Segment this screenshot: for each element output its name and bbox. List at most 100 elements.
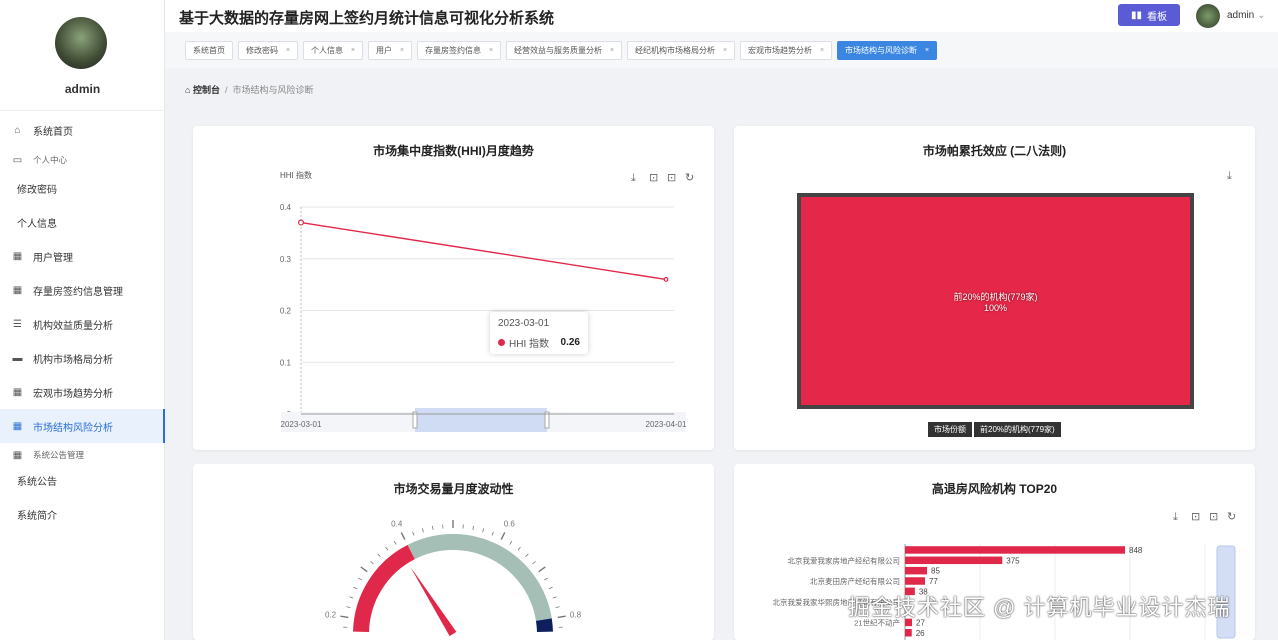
close-icon[interactable]: ×: [610, 47, 614, 54]
close-icon[interactable]: ×: [400, 47, 404, 54]
tab[interactable]: 个人信息×: [303, 41, 363, 60]
gauge-tick: [533, 561, 536, 564]
grid-icon: ▦: [12, 387, 23, 398]
bar: [905, 629, 912, 637]
sidebar-item-label: 个人信息: [17, 215, 57, 230]
gauge-tick: [353, 587, 357, 589]
tab[interactable]: 修改密码×: [238, 41, 298, 60]
briefcase-icon: ▬: [12, 353, 23, 364]
grid-icon: ▦: [12, 450, 23, 461]
grid-icon: ▦: [12, 251, 23, 262]
close-icon[interactable]: ×: [925, 47, 929, 54]
bar: [905, 577, 925, 585]
sidebar-item[interactable]: ▦用户管理: [0, 239, 165, 273]
close-icon[interactable]: ×: [351, 47, 355, 54]
sidebar-item[interactable]: 修改密码: [0, 171, 165, 205]
data-label: 26: [916, 629, 925, 638]
tooltip-title: 2023-03-01: [498, 318, 580, 329]
y-tick-label: 0.1: [280, 358, 292, 367]
tab[interactable]: 宏观市场趋势分析 ×: [740, 41, 832, 60]
gauge-band: [411, 542, 544, 620]
sidebar-item[interactable]: ☰机构效益质量分析: [0, 307, 165, 341]
sidebar-username: admin: [0, 82, 165, 96]
close-icon[interactable]: ×: [820, 47, 824, 54]
zoom-icon[interactable]: ⊡: [649, 172, 658, 184]
tab[interactable]: 用户 ×: [368, 41, 412, 60]
sidebar-item-label: 机构效益质量分析: [33, 317, 113, 332]
gauge-tick: [556, 607, 560, 608]
gauge-chart-card: 市场交易量月度波动性 0.20.40.60.8: [193, 464, 714, 640]
user-menu[interactable]: admin ⌄: [1227, 10, 1265, 21]
bar: [905, 546, 1125, 554]
zoom-icon[interactable]: ⊡: [1191, 511, 1200, 523]
sidebar-item[interactable]: ▬机构市场格局分析: [0, 341, 165, 375]
datazoom-window: [415, 408, 547, 432]
sidebar-item[interactable]: ⌂系统首页: [0, 113, 165, 147]
close-icon[interactable]: ×: [286, 47, 290, 54]
treemap-node[interactable]: 前20%的机构(779家) 100%: [797, 193, 1194, 409]
user-center-icon: ▭: [12, 155, 23, 166]
gauge-tick: [539, 567, 545, 572]
sidebar-item[interactable]: ▦存量房签约信息管理: [0, 273, 165, 307]
gauge-tick: [394, 541, 396, 544]
gauge-band: [544, 620, 545, 632]
gauge-tick: [361, 567, 367, 572]
tooltip-value: 0.26: [561, 337, 580, 348]
tab-label: 用户: [376, 45, 392, 56]
sidebar-item-label: 系统公告管理: [33, 449, 84, 461]
tab-label: 经纪机构市场格局分析: [635, 45, 715, 56]
bar: [905, 567, 927, 575]
treemap-breadcrumb: 市场份额 前20%的机构(779家): [928, 422, 1061, 437]
gauge-tick: [553, 597, 557, 598]
kanban-button[interactable]: ▮▮看板: [1118, 4, 1180, 26]
gauge-tick: [350, 597, 354, 598]
user-avatar[interactable]: [1196, 4, 1220, 28]
tab-label: 宏观市场趋势分析: [748, 45, 812, 56]
gauge-tick: [501, 532, 505, 539]
tab[interactable]: 经营效益与服务质量分析×: [506, 41, 622, 60]
restore-icon[interactable]: ↻: [685, 172, 694, 184]
tab-bar: 系统首页修改密码×个人信息×用户×存量房签约信息×经营效益与服务质量分析×经纪机…: [165, 32, 1278, 68]
hhi-line-chart: HHI 指数00.10.20.30.42023-03-012023-04-01⤓…: [193, 126, 714, 450]
sidebar-item[interactable]: 个人信息: [0, 205, 165, 239]
tab-label: 存量房签约信息: [425, 45, 481, 56]
gauge-tick: [358, 578, 361, 580]
gauge-tick: [544, 578, 547, 580]
treemap-crumb[interactable]: 前20%的机构(779家): [974, 422, 1061, 437]
sidebar-item-label: 系统简介: [17, 507, 57, 522]
close-icon[interactable]: ×: [489, 47, 493, 54]
tab[interactable]: 存量房签约信息 ×: [417, 41, 501, 60]
sidebar-item[interactable]: 系统简介: [0, 497, 165, 531]
sidebar-item[interactable]: ▦市场结构风险分析: [0, 409, 165, 443]
sidebar-item-label: 系统公告: [17, 473, 57, 488]
close-icon[interactable]: ×: [723, 47, 727, 54]
sidebar-item[interactable]: ▭个人中心: [0, 148, 165, 172]
gauge-tick: [483, 528, 484, 532]
tab[interactable]: 系统首页: [185, 41, 233, 60]
download-icon[interactable]: ⤓: [1173, 511, 1178, 523]
zoom-reset-icon[interactable]: ⊡: [1209, 511, 1218, 523]
series-dot: [498, 339, 505, 346]
volatility-gauge: 0.20.40.60.8: [193, 464, 714, 640]
gauge-tick: [378, 554, 381, 557]
data-point: [664, 278, 668, 282]
gauge-tick: [401, 532, 405, 539]
y-tick-label: 0.4: [280, 203, 292, 212]
sidebar-item[interactable]: 系统公告: [0, 463, 165, 497]
download-icon[interactable]: ⤓: [1227, 170, 1232, 183]
grid-icon: ▦: [12, 421, 23, 432]
gauge-tick: [422, 528, 423, 532]
bar-chart-icon: ▮▮: [1131, 10, 1142, 21]
download-icon[interactable]: ⤓: [631, 172, 636, 184]
zoom-reset-icon[interactable]: ⊡: [667, 172, 676, 184]
gauge-tick: [346, 607, 350, 608]
bar: [905, 557, 1002, 565]
restore-icon[interactable]: ↻: [1227, 511, 1236, 523]
sidebar-item[interactable]: ▦宏观市场趋势分析: [0, 375, 165, 409]
tab[interactable]: 市场结构与风险诊断×: [837, 41, 937, 60]
breadcrumb-home[interactable]: 控制台: [193, 85, 220, 95]
tab[interactable]: 经纪机构市场格局分析 ×: [627, 41, 735, 60]
gauge-tick-label: 0.2: [325, 611, 337, 620]
gauge-tick: [413, 532, 414, 536]
treemap-crumb[interactable]: 市场份额: [928, 422, 972, 437]
